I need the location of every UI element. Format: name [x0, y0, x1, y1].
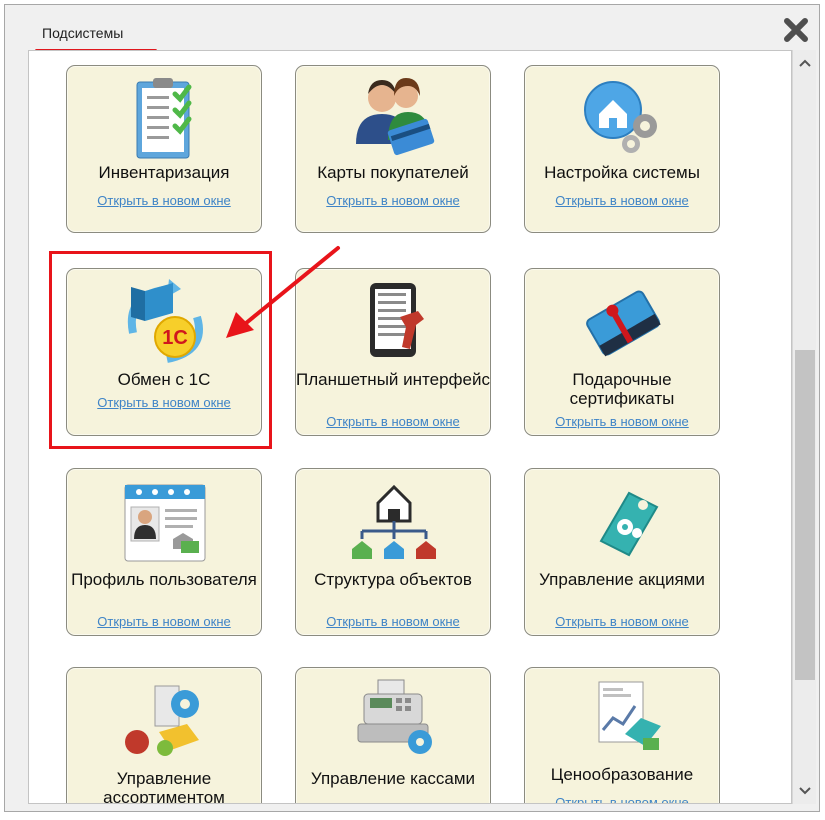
subsystems-window: Подсистемы Инвентаризация Открыть в ново…: [4, 4, 820, 812]
tile-gift-certificates[interactable]: Подарочные сертификаты Открыть в новом о…: [524, 268, 720, 436]
chevron-down-icon: [798, 787, 811, 795]
tile-name: Ценообразование: [550, 765, 694, 784]
assortment-icon: [125, 685, 199, 756]
scroll-down-button[interactable]: [793, 780, 816, 802]
customers-card-icon: [356, 78, 435, 156]
open-new-window-link[interactable]: Открыть в новом окне: [525, 614, 719, 629]
tile-customer-cards[interactable]: Карты покупателей Открыть в новом окне: [295, 65, 491, 233]
tile-name: Управление акциями: [539, 570, 705, 589]
user-profile-icon: [124, 484, 206, 562]
tile-name: Профиль пользователя: [71, 570, 257, 589]
vertical-scrollbar[interactable]: [792, 50, 816, 804]
objects-structure-icon: [352, 484, 436, 559]
tile-pricing[interactable]: Ценообразование Открыть в новом окне: [524, 667, 720, 803]
one-c-logo-text: 1С: [162, 327, 188, 349]
title-bar: Подсистемы: [5, 5, 819, 52]
tile-objects-structure[interactable]: Структура объектов Открыть в новом окне: [295, 468, 491, 636]
open-new-window-link[interactable]: Открыть в новом окне: [525, 795, 719, 803]
tile-name: Подарочные сертификаты: [569, 370, 675, 408]
tile-inventory[interactable]: Инвентаризация Открыть в новом окне: [66, 65, 262, 233]
open-new-window-link[interactable]: Открыть в новом окне: [296, 414, 490, 429]
tile-user-profile[interactable]: Профиль пользователя Открыть в новом окн…: [66, 468, 262, 636]
tile-assortment[interactable]: Управление ассортиментом: [66, 667, 262, 804]
clipboard-checklist-icon: [136, 78, 192, 159]
open-new-window-link[interactable]: Открыть в новом окне: [67, 395, 261, 410]
tile-system-settings[interactable]: Настройка системы Открыть в новом окне: [524, 65, 720, 233]
tile-name: Управление кассами: [310, 769, 476, 788]
pricing-icon: [598, 681, 661, 750]
exchange-1c-icon: 1С: [127, 279, 203, 363]
tile-name: Настройка системы: [544, 163, 700, 182]
open-new-window-link[interactable]: Открыть в новом окне: [525, 414, 719, 429]
open-new-window-link[interactable]: Открыть в новом окне: [67, 193, 261, 208]
window-title: Подсистемы: [42, 25, 124, 41]
scroll-thumb[interactable]: [795, 350, 815, 680]
tile-name: Инвентаризация: [98, 163, 230, 182]
close-button[interactable]: [783, 17, 809, 43]
tile-name: Планшетный интерфейс: [296, 370, 490, 389]
tile-name: Обмен с 1С: [117, 370, 211, 389]
promo-tag-icon: [599, 491, 659, 557]
tile-promotions[interactable]: Управление акциями Открыть в новом окне: [524, 468, 720, 636]
subsystems-panel: Инвентаризация Открыть в новом окне Карт…: [28, 50, 792, 804]
gift-card-icon: [586, 290, 661, 357]
tablet-scanner-icon: [370, 283, 424, 357]
tile-tablet-interface[interactable]: Планшетный интерфейс Открыть в новом окн…: [295, 268, 491, 436]
tile-name: Управление ассортиментом: [103, 769, 225, 804]
open-new-window-link[interactable]: Открыть в новом окне: [525, 193, 719, 208]
scroll-up-button[interactable]: [793, 52, 816, 74]
home-gears-icon: [584, 81, 657, 153]
tile-cash-registers[interactable]: Управление кассами: [295, 667, 491, 803]
close-icon: [784, 18, 808, 42]
open-new-window-link[interactable]: Открыть в новом окне: [67, 614, 261, 629]
cash-register-icon: [357, 679, 432, 754]
tile-exchange-1c[interactable]: 1С Обмен с 1С Открыть в новом окне: [66, 268, 262, 436]
tile-name: Карты покупателей: [317, 163, 469, 182]
tile-name: Структура объектов: [314, 570, 472, 589]
open-new-window-link[interactable]: Открыть в новом окне: [296, 614, 490, 629]
chevron-up-icon: [798, 59, 811, 67]
open-new-window-link[interactable]: Открыть в новом окне: [296, 193, 490, 208]
